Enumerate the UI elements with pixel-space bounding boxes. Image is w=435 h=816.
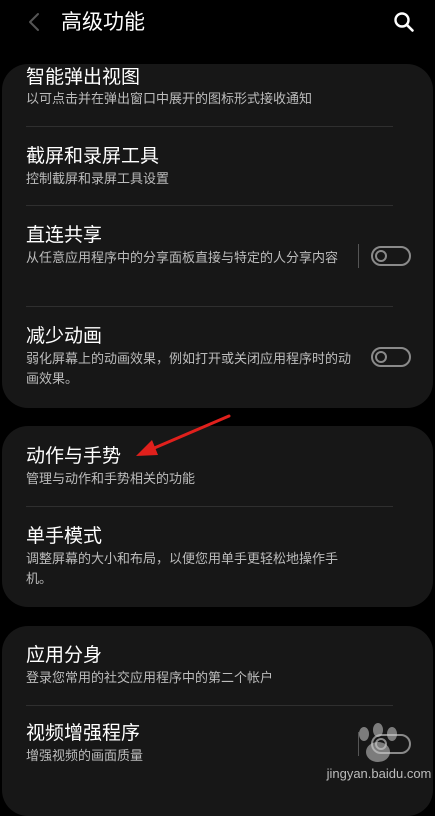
item-description: 以可点击并在弹出窗口中展开的图标形式接收通知 xyxy=(26,92,313,107)
item-description: 调整屏幕的大小和布局，以便您用单手更轻松地操作手机。 xyxy=(26,552,339,587)
item-title: 直连共享 xyxy=(26,224,103,246)
settings-card-display: 智能弹出视图 以可点击并在弹出窗口中展开的图标形式接收通知 截屏和录屏工具 控制… xyxy=(2,64,433,408)
toggle-knob xyxy=(375,738,387,750)
item-description: 管理与动作和手势相关的功能 xyxy=(26,472,196,487)
search-icon[interactable] xyxy=(393,11,415,33)
direct-share-item[interactable]: 直连共享 从任意应用程序中的分享面板直接与特定的人分享内容 xyxy=(2,206,433,306)
toggle-separator xyxy=(358,732,359,756)
one-handed-mode-item[interactable]: 单手模式 调整屏幕的大小和布局，以便您用单手更轻松地操作手机。 xyxy=(2,507,433,607)
screenshot-recorder-item[interactable]: 截屏和录屏工具 控制截屏和录屏工具设置 xyxy=(2,127,433,205)
dual-messenger-item[interactable]: 应用分身 登录您常用的社交应用程序中的第二个帐户 xyxy=(2,626,433,705)
reduce-animations-toggle[interactable] xyxy=(371,347,411,367)
video-enhancer-toggle[interactable] xyxy=(371,734,411,754)
item-title: 单手模式 xyxy=(26,525,103,547)
item-description: 登录您常用的社交应用程序中的第二个帐户 xyxy=(26,671,274,686)
item-description: 弱化屏幕上的动画效果，例如打开或关闭应用程序时的动画效果。 xyxy=(26,352,352,387)
toggle-knob xyxy=(375,351,387,363)
item-title: 视频增强程序 xyxy=(26,722,141,744)
item-title: 智能弹出视图 xyxy=(26,66,141,88)
motions-gestures-item[interactable]: 动作与手势 管理与动作和手势相关的功能 xyxy=(2,426,433,506)
settings-card-gestures: 动作与手势 管理与动作和手势相关的功能 单手模式 调整屏幕的大小和布局，以便您用… xyxy=(2,426,433,607)
smart-popup-view-item[interactable]: 智能弹出视图 以可点击并在弹出窗口中展开的图标形式接收通知 xyxy=(2,64,433,126)
reduce-animations-item[interactable]: 减少动画 弱化屏幕上的动画效果，例如打开或关闭应用程序时的动画效果。 xyxy=(2,307,433,408)
item-description: 控制截屏和录屏工具设置 xyxy=(26,172,170,187)
item-title: 截屏和录屏工具 xyxy=(26,145,160,167)
item-title: 动作与手势 xyxy=(26,445,122,467)
video-enhancer-item[interactable]: 视频增强程序 增强视频的画面质量 xyxy=(2,706,433,796)
item-description: 增强视频的画面质量 xyxy=(26,749,144,764)
toggle-separator xyxy=(358,244,359,268)
app-header: 高级功能 xyxy=(0,0,435,46)
item-title: 减少动画 xyxy=(26,325,103,347)
toggle-knob xyxy=(375,250,387,262)
direct-share-toggle[interactable] xyxy=(371,246,411,266)
item-description: 从任意应用程序中的分享面板直接与特定的人分享内容 xyxy=(26,251,339,266)
settings-card-apps: 应用分身 登录您常用的社交应用程序中的第二个帐户 视频增强程序 增强视频的画面质… xyxy=(2,626,433,816)
page-title: 高级功能 xyxy=(61,10,145,34)
item-title: 应用分身 xyxy=(26,644,103,666)
back-arrow-icon[interactable] xyxy=(24,11,46,33)
